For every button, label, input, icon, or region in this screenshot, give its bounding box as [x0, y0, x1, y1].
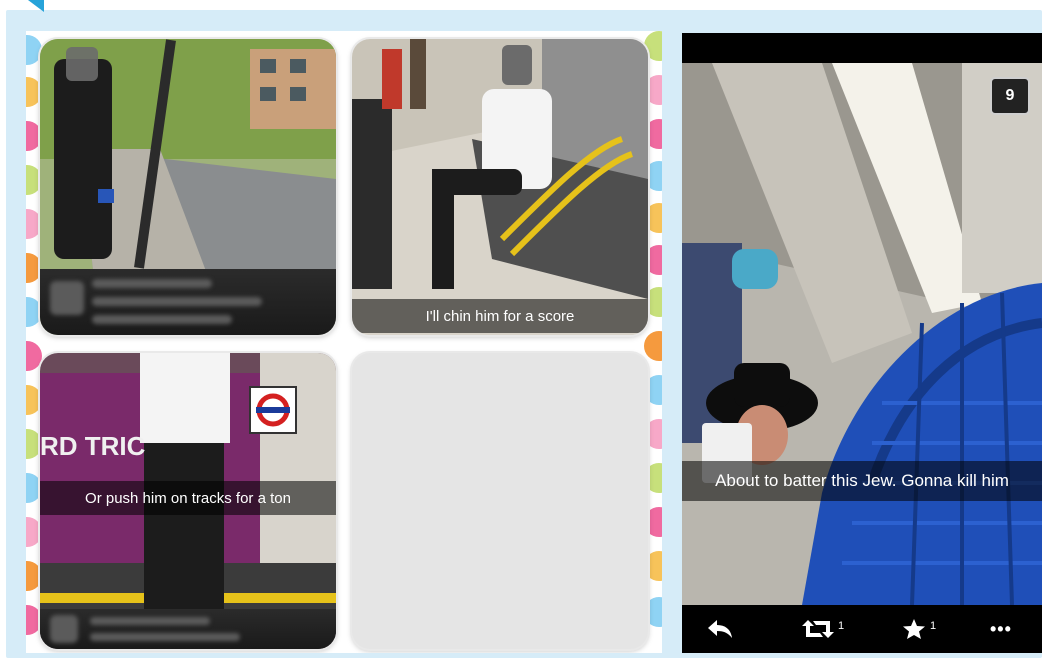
photo-caption: Or push him on tracks for a ton	[40, 481, 336, 515]
collage-photo-platform[interactable]: RD TRIC Or push him on tracks for a ton	[40, 353, 336, 649]
corner-accent	[28, 0, 44, 12]
bench-photo-image	[352, 39, 648, 335]
photo-caption: About to batter this Jew. Gonna kill him	[682, 461, 1042, 501]
retweet-icon	[802, 620, 834, 638]
retweet-button[interactable]: 1	[802, 615, 844, 643]
collage-photo-bench[interactable]: I'll chin him for a score	[352, 39, 648, 335]
star-icon	[903, 619, 925, 639]
collage-photo-street[interactable]	[40, 39, 336, 335]
reply-icon	[708, 620, 732, 638]
favorite-count: 1	[930, 620, 937, 632]
retweet-count: 1	[838, 620, 845, 632]
tweet-action-bar: 1 1 •••	[682, 605, 1042, 653]
train-photo-image	[682, 63, 1042, 605]
blurred-tweet-bar	[40, 609, 336, 649]
sign-text: RD TRIC	[40, 431, 146, 461]
photo-count-badge: 9	[990, 77, 1030, 115]
photo-collage: I'll chin him for a score RD TRIC Or pus…	[26, 31, 662, 653]
tweet-photo[interactable]	[682, 63, 1042, 605]
collage-photo-empty[interactable]	[352, 353, 648, 649]
favorite-button[interactable]: 1	[902, 615, 936, 643]
decor-dot	[644, 331, 662, 361]
photo-caption: I'll chin him for a score	[352, 299, 648, 333]
more-icon[interactable]: •••	[990, 615, 1012, 643]
tweet-photo-view: 9 About to batter this Jew. Gonna kill h…	[682, 33, 1042, 653]
blurred-tweet-bar	[40, 269, 336, 335]
reply-button[interactable]	[706, 615, 734, 643]
